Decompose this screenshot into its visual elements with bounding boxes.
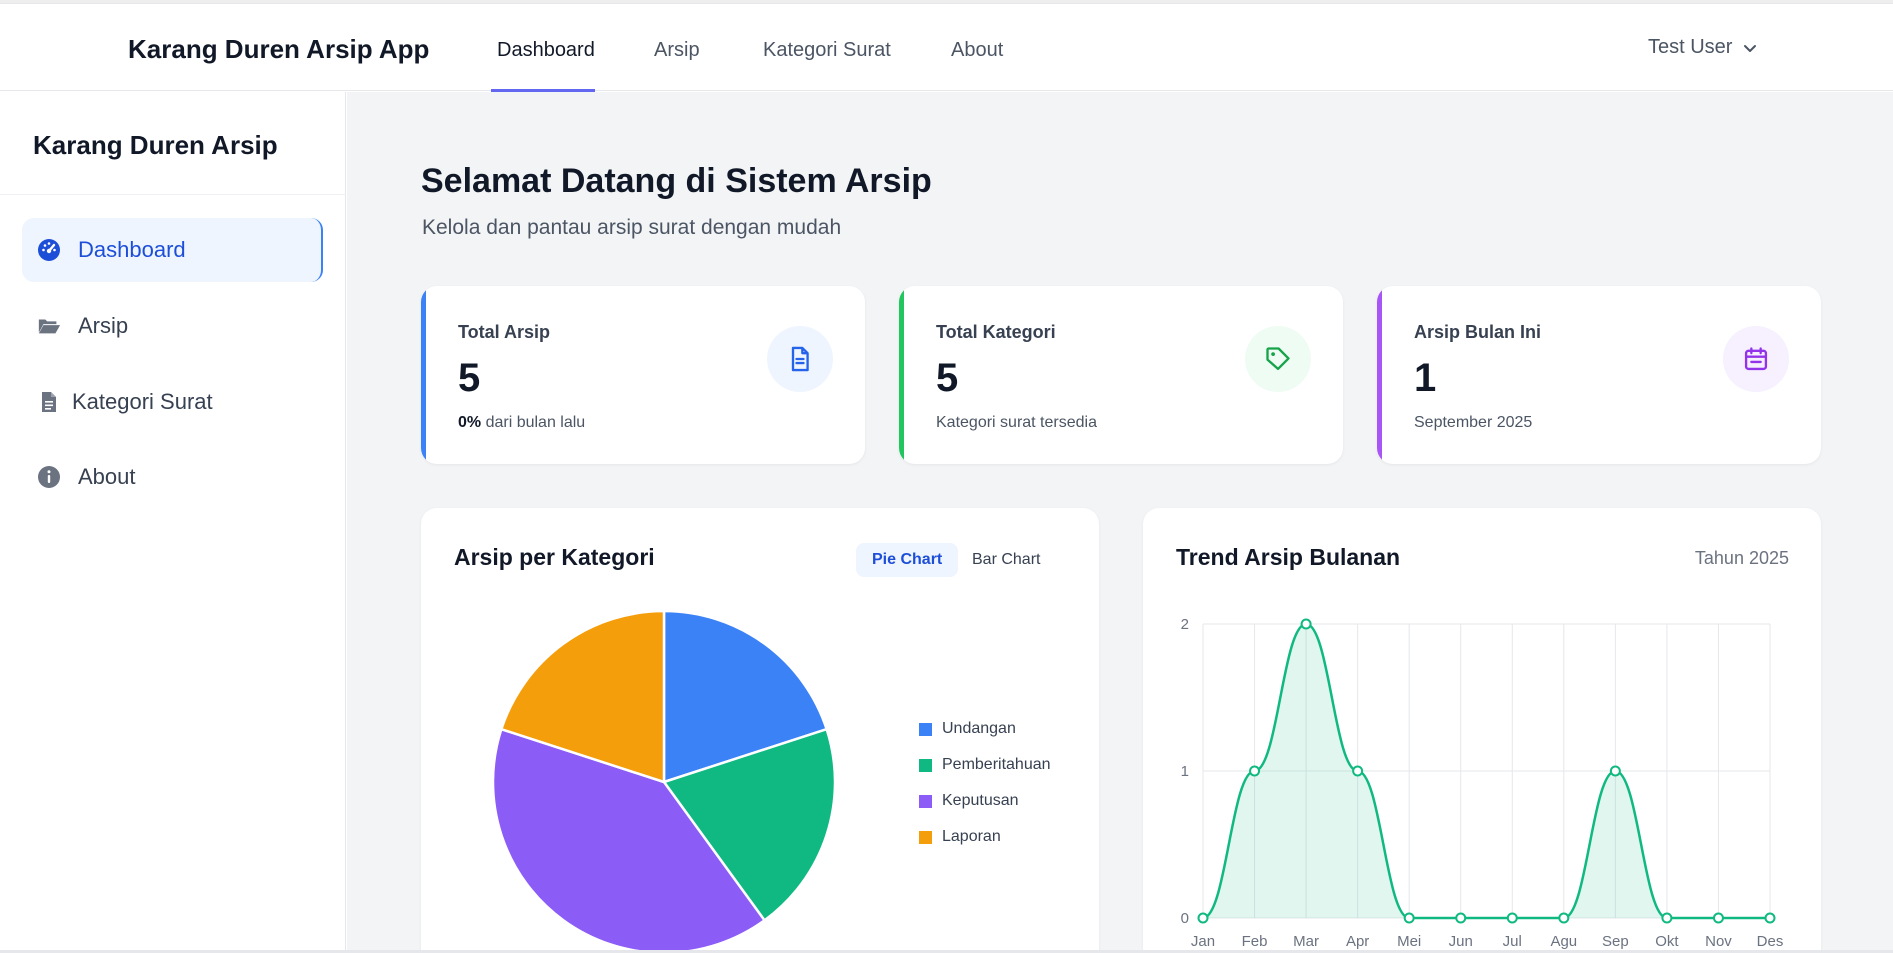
trend-point-des[interactable] xyxy=(1764,912,1776,924)
line-chart: 0 1 2 Jan Feb Mar Apr Mei Jun Jul Agu Sep Okt Nov Des xyxy=(1181,616,1784,950)
x-tick-label: Sep xyxy=(1602,933,1629,950)
legend-item[interactable]: Pemberitahuan xyxy=(919,756,1051,774)
legend-label: Laporan xyxy=(942,828,1001,845)
x-tick-label: Jun xyxy=(1449,933,1473,950)
legend-item[interactable]: Keputusan xyxy=(919,792,1019,810)
nav-kategori-surat[interactable]: Kategori Surat xyxy=(763,39,891,62)
legend-swatch xyxy=(919,830,932,844)
stat-card-accent xyxy=(421,286,426,464)
stat-card-arsip-bulan-ini: Arsip Bulan Ini 1 September 2025 xyxy=(1377,286,1821,464)
stat-note-text: September 2025 xyxy=(1414,414,1533,431)
stat-note-text: Kategori surat tersedia xyxy=(936,414,1097,431)
trend-point-nov[interactable] xyxy=(1712,912,1724,924)
sidebar-item-dashboard[interactable]: Dashboard xyxy=(22,218,323,282)
sidebar-item-about[interactable]: About xyxy=(22,445,323,509)
trend-chart-panel: Trend Arsip Bulanan Tahun 2025 0 1 2 Jan Feb… xyxy=(1143,508,1821,953)
y-tick-label: 1 xyxy=(1181,763,1189,780)
user-name: Test User xyxy=(1648,36,1733,58)
stat-value: 5 xyxy=(936,356,959,400)
top-navbar: Karang Duren Arsip App Dashboard Arsip K… xyxy=(0,4,1893,92)
x-tick-label: Feb xyxy=(1242,933,1268,950)
sidebar-item-label: Kategori Surat xyxy=(72,389,213,414)
category-chart-panel: Arsip per Kategori Pie Chart Bar Chart U… xyxy=(421,508,1099,953)
file-icon xyxy=(36,389,62,415)
trend-point-jul[interactable] xyxy=(1506,912,1518,924)
sidebar: Karang Duren Arsip Dashboard Arsip Kateg… xyxy=(0,92,346,953)
x-tick-label: Mei xyxy=(1397,933,1421,950)
trend-point-okt[interactable] xyxy=(1661,912,1673,924)
stat-note-strong: 0% xyxy=(458,414,482,431)
x-tick-label: Nov xyxy=(1705,933,1732,950)
stat-label: Arsip Bulan Ini xyxy=(1414,322,1542,342)
sidebar-item-arsip[interactable]: Arsip xyxy=(22,294,323,358)
app-brand[interactable]: Karang Duren Arsip App xyxy=(128,34,429,65)
stat-note: 0% dari bulan lalu xyxy=(458,414,585,432)
sidebar-item-label: About xyxy=(78,464,136,489)
legend-swatch xyxy=(919,758,932,772)
sidebar-divider xyxy=(0,194,346,195)
trend-point-jun[interactable] xyxy=(1455,912,1467,924)
legend-item[interactable]: Laporan xyxy=(919,828,1001,846)
x-tick-label: Mar xyxy=(1293,933,1319,950)
trend-point-agu[interactable] xyxy=(1558,912,1570,924)
trend-point-jan[interactable] xyxy=(1197,912,1209,924)
sidebar-item-kategori-surat[interactable]: Kategori Surat xyxy=(22,370,323,434)
x-tick-label: Agu xyxy=(1550,933,1577,950)
trend-point-mar[interactable] xyxy=(1300,618,1312,630)
calendar-icon xyxy=(1723,326,1789,392)
stat-note: September 2025 xyxy=(1414,414,1532,432)
x-tick-label: Jan xyxy=(1191,933,1215,950)
x-tick-label: Jul xyxy=(1503,933,1522,950)
stat-card-accent xyxy=(1377,286,1382,464)
trend-point-mei[interactable] xyxy=(1403,912,1415,924)
x-tick-label: Okt xyxy=(1655,933,1679,950)
sidebar-item-label: Dashboard xyxy=(78,237,186,262)
chevron-down-icon xyxy=(1744,44,1757,52)
stat-card-total-kategori: Total Kategori 5 Kategori surat tersedia xyxy=(899,286,1343,464)
trend-point-apr[interactable] xyxy=(1352,765,1364,777)
y-tick-label: 2 xyxy=(1181,616,1189,633)
folder-open-icon xyxy=(36,313,62,339)
page-subtitle: Kelola dan pantau arsip surat dengan mud… xyxy=(422,216,842,239)
nav-arsip[interactable]: Arsip xyxy=(654,39,700,62)
x-tick-label: Apr xyxy=(1346,933,1369,950)
gauge-icon xyxy=(36,237,62,263)
legend-swatch xyxy=(919,794,932,808)
trend-point-feb[interactable] xyxy=(1249,765,1261,777)
main-content: Selamat Datang di Sistem Arsip Kelola da… xyxy=(347,92,1893,953)
sidebar-title: Karang Duren Arsip xyxy=(33,130,278,160)
legend-item[interactable]: Undangan xyxy=(919,720,1016,738)
x-tick-label: Des xyxy=(1757,933,1784,950)
stat-label: Total Arsip xyxy=(458,322,551,342)
stat-note: Kategori surat tersedia xyxy=(936,414,1097,432)
info-icon xyxy=(36,464,62,490)
sidebar-item-label: Arsip xyxy=(78,313,129,338)
user-menu[interactable]: Test User xyxy=(1648,36,1758,59)
tag-icon xyxy=(1245,326,1311,392)
stat-note-text: dari bulan lalu xyxy=(481,414,586,431)
legend-swatch xyxy=(919,722,932,736)
stat-card-accent xyxy=(899,286,904,464)
page-title: Selamat Datang di Sistem Arsip xyxy=(421,162,932,200)
stat-label: Total Kategori xyxy=(936,322,1056,342)
legend-label: Pemberitahuan xyxy=(942,756,1051,773)
nav-about[interactable]: About xyxy=(951,39,1003,62)
legend-label: Keputusan xyxy=(942,792,1019,809)
legend-label: Undangan xyxy=(942,720,1016,737)
stat-value: 5 xyxy=(458,356,481,400)
stat-card-total-arsip: Total Arsip 5 0% dari bulan lalu xyxy=(421,286,865,464)
y-tick-label: 0 xyxy=(1181,910,1189,927)
nav-dashboard[interactable]: Dashboard xyxy=(497,39,595,62)
stat-value: 1 xyxy=(1414,356,1437,400)
document-icon xyxy=(767,326,833,392)
trend-point-sep[interactable] xyxy=(1609,765,1621,777)
